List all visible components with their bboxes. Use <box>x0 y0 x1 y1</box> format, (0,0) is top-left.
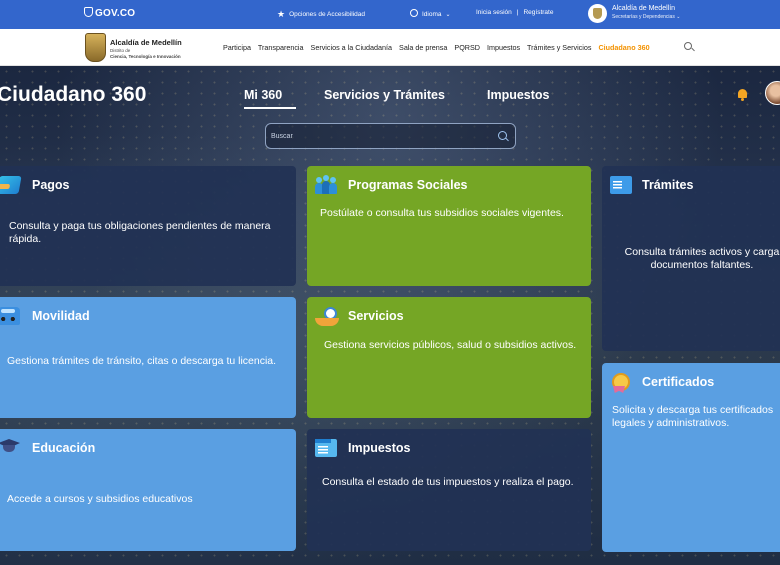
nav-link-sala-prensa[interactable]: Sala de prensa <box>399 43 447 52</box>
globe-icon <box>410 9 418 17</box>
org-subtitle: Secretarías y Dependencias ⌄ <box>612 14 681 20</box>
credit-card-icon <box>0 176 22 194</box>
card-description: Accede a cursos y subsidios educativos <box>7 493 193 505</box>
language-selector[interactable]: Idioma ⌄ <box>410 9 451 18</box>
chevron-down-icon: ⌄ <box>445 12 451 18</box>
card-tramites[interactable]: Trámites Consulta trámites activos y car… <box>602 166 780 351</box>
card-description: Consulta y paga tus obligaciones pendien… <box>9 220 271 245</box>
logo-tagline: Ciencia, Tecnología e Innovación <box>110 54 181 59</box>
card-pagos[interactable]: Pagos Consulta y paga tus obligaciones p… <box>0 166 296 286</box>
medal-icon <box>610 373 632 391</box>
card-description: Gestiona trámites de tránsito, citas o d… <box>7 355 277 367</box>
org-name: Alcaldía de Medellín <box>612 5 676 12</box>
nav-link-servicios-ciudadania[interactable]: Servicios a la Ciudadanía <box>311 43 393 52</box>
card-description: Consulta trámites activos y carga docume… <box>624 246 780 271</box>
card-title: Educación <box>32 441 96 455</box>
card-impuestos[interactable]: Impuestos Consulta el estado de tus impu… <box>307 429 591 551</box>
tab-servicios-tramites[interactable]: Servicios y Trámites <box>324 88 445 102</box>
register-link[interactable]: Regístrate <box>523 9 553 16</box>
medellin-crest-icon <box>85 33 106 62</box>
people-icon <box>315 175 337 194</box>
car-icon <box>0 307 20 325</box>
tab-mi-360[interactable]: Mi 360 <box>244 88 297 109</box>
gov-top-bar: GOV.CO ★ Opciones de Accesibilidad Idioma… <box>0 0 780 29</box>
card-description: Postúlate o consulta tus subsidios socia… <box>320 207 564 219</box>
accessibility-icon: ★ <box>277 9 286 19</box>
search-icon[interactable] <box>683 41 695 53</box>
card-educacion[interactable]: Educación Accede a cursos y subsidios ed… <box>0 429 296 551</box>
tax-calendar-icon <box>315 439 337 457</box>
page-title: Ciudadano 360 <box>0 83 147 106</box>
card-title: Movilidad <box>32 309 90 323</box>
search-input[interactable] <box>271 130 486 142</box>
hand-service-icon <box>315 307 339 326</box>
card-servicios[interactable]: Servicios Gestiona servicios públicos, s… <box>307 297 591 418</box>
card-title: Impuestos <box>348 441 411 455</box>
card-certificados[interactable]: Certificados Solicita y descarga tus cer… <box>602 363 780 552</box>
document-icon <box>610 176 632 194</box>
auth-separator: | <box>516 9 519 16</box>
accessibility-options-button[interactable]: ★ Opciones de Accesibilidad <box>277 9 365 20</box>
search-icon[interactable] <box>498 131 510 143</box>
main-navbar: Alcaldía de Medellín Distrito de Ciencia… <box>0 29 780 66</box>
card-description: Consulta el estado de tus impuestos y re… <box>322 476 574 488</box>
tab-impuestos[interactable]: Impuestos <box>487 88 550 102</box>
gov-shield-icon <box>84 7 93 17</box>
card-movilidad[interactable]: Movilidad Gestiona trámites de tránsito,… <box>0 297 296 418</box>
card-programas-sociales[interactable]: Programas Sociales Postúlate o consulta … <box>307 166 591 286</box>
nav-link-ciudadano-360[interactable]: Ciudadano 360 <box>598 43 649 52</box>
card-description: Gestiona servicios públicos, salud o sub… <box>324 339 577 351</box>
nav-link-impuestos[interactable]: Impuestos <box>487 43 520 52</box>
logo-subtitle: Distrito de <box>110 48 131 53</box>
card-description: Solicita y descarga tus certificados leg… <box>612 404 774 429</box>
card-title: Servicios <box>348 309 404 323</box>
login-link[interactable]: Inicia sesión <box>476 9 512 16</box>
nav-link-transparencia[interactable]: Transparencia <box>258 43 304 52</box>
card-title: Programas Sociales <box>348 178 468 192</box>
gov-co-logo[interactable]: GOV.CO <box>84 7 135 19</box>
graduation-cap-icon <box>0 439 20 457</box>
card-title: Certificados <box>642 375 715 389</box>
card-title: Trámites <box>642 178 694 192</box>
search-box <box>265 123 516 149</box>
nav-link-participa[interactable]: Participa <box>223 43 251 52</box>
nav-link-pqrsd[interactable]: PQRSD <box>454 43 480 52</box>
nav-link-tramites-servicios[interactable]: Trámites y Servicios <box>527 43 591 52</box>
medellin-seal-icon <box>588 4 607 23</box>
logo-title: Alcaldía de Medellín <box>110 38 182 47</box>
auth-links: Inicia sesión | Regístrate <box>476 9 553 16</box>
card-title: Pagos <box>32 178 70 192</box>
nav-links: Participa Transparencia Servicios a la C… <box>223 43 655 52</box>
notification-bell-icon[interactable] <box>736 89 749 101</box>
